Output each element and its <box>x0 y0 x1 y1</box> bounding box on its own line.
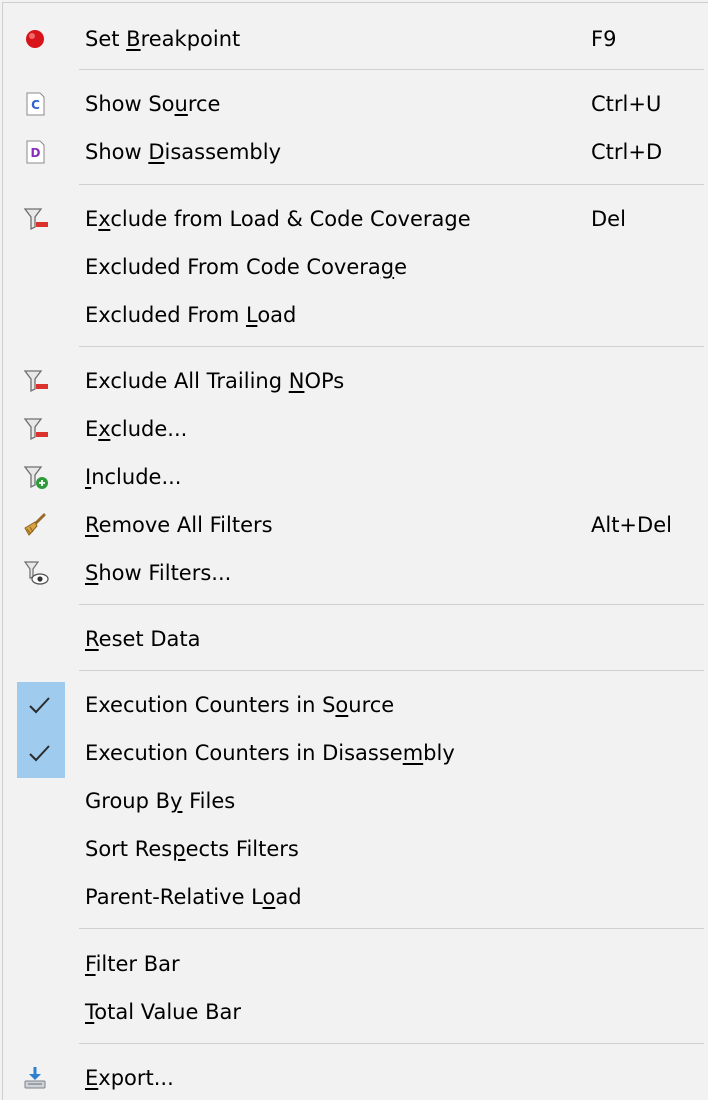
menu-item-label: Remove All Filters <box>85 513 273 537</box>
separator <box>79 670 704 671</box>
filter-include-icon <box>17 465 53 489</box>
menu-item-excluded-load[interactable]: Excluded From Load <box>3 295 707 335</box>
menu-item-show-source[interactable]: C Show Source Ctrl+U <box>3 84 707 124</box>
filter-view-icon <box>17 561 53 585</box>
menu-item-exclude-trailing-nops[interactable]: Exclude All Trailing NOPs <box>3 361 707 401</box>
menu-item-label: Total Value Bar <box>85 1000 241 1024</box>
menu-item-label: Execution Counters in Source <box>85 693 395 717</box>
checkmark-icon <box>25 733 55 773</box>
source-file-icon: C <box>17 92 53 116</box>
menu-item-filter-bar[interactable]: Filter Bar <box>3 944 707 984</box>
menu-item-set-breakpoint[interactable]: Set Breakpoint F9 <box>3 19 707 59</box>
menu-item-reset-data[interactable]: Reset Data <box>3 619 707 659</box>
broom-icon <box>17 513 53 537</box>
menu-item-shortcut: Del <box>591 207 626 231</box>
menu-item-label: Show Disassembly <box>85 140 282 164</box>
menu-item-label: Parent-Relative Load <box>85 885 302 909</box>
svg-text:C: C <box>31 98 40 112</box>
menu-item-label: Filter Bar <box>85 952 180 976</box>
menu-item-total-value-bar[interactable]: Total Value Bar <box>3 992 707 1032</box>
separator <box>79 69 704 70</box>
separator <box>79 184 704 185</box>
breakpoint-icon <box>17 27 53 51</box>
menu-item-exclude-load-coverage[interactable]: Exclude from Load & Code Coverage Del <box>3 199 707 239</box>
menu-item-label: Reset Data <box>85 627 201 651</box>
filter-exclude-icon <box>17 369 53 393</box>
menu-item-shortcut: Ctrl+U <box>591 92 662 116</box>
menu-item-label: Excluded From Load <box>85 303 297 327</box>
svg-text:D: D <box>31 146 41 160</box>
separator <box>79 928 704 929</box>
menu-item-exclude[interactable]: Exclude... <box>3 409 707 449</box>
menu-item-show-disassembly[interactable]: D Show Disassembly Ctrl+D <box>3 132 707 172</box>
menu-item-label: Include... <box>85 465 182 489</box>
menu-item-label: Show Source <box>85 92 221 116</box>
menu-item-label: Excluded From Code Coverage <box>85 255 408 279</box>
menu-item-label: Export... <box>85 1066 174 1090</box>
menu-item-exec-counters-source[interactable]: Execution Counters in Source <box>3 685 707 725</box>
menu-item-show-filters[interactable]: Show Filters... <box>3 553 707 593</box>
menu-item-shortcut: F9 <box>591 27 617 51</box>
filter-exclude-icon <box>17 417 53 441</box>
menu-item-sort-respects-filters[interactable]: Sort Respects Filters <box>3 829 707 869</box>
menu-item-label: Exclude from Load & Code Coverage <box>85 207 471 231</box>
menu-item-label: Sort Respects Filters <box>85 837 299 861</box>
menu-item-label: Set Breakpoint <box>85 27 241 51</box>
menu-item-label: Execution Counters in Disassembly <box>85 741 455 765</box>
menu-item-parent-relative-load[interactable]: Parent-Relative Load <box>3 877 707 917</box>
disassembly-file-icon: D <box>17 140 53 164</box>
separator <box>79 1043 704 1044</box>
menu-item-label: Show Filters... <box>85 561 232 585</box>
menu-item-shortcut: Alt+Del <box>591 513 672 537</box>
menu-item-remove-all-filters[interactable]: Remove All Filters Alt+Del <box>3 505 707 545</box>
export-icon <box>17 1066 53 1090</box>
menu-item-shortcut: Ctrl+D <box>591 140 663 164</box>
checkmark-icon <box>25 685 55 725</box>
separator <box>79 346 704 347</box>
menu-item-exec-counters-disassembly[interactable]: Execution Counters in Disassembly <box>3 733 707 773</box>
menu-item-include[interactable]: Include... <box>3 457 707 497</box>
menu-item-export[interactable]: Export... <box>3 1058 707 1098</box>
separator <box>79 604 704 605</box>
menu-item-group-by-files[interactable]: Group By Files <box>3 781 707 821</box>
context-menu: Set Breakpoint F9 C Show Source Ctrl+U D… <box>2 2 708 1100</box>
menu-item-excluded-code-coverage[interactable]: Excluded From Code Coverage <box>3 247 707 287</box>
menu-item-label: Group By Files <box>85 789 236 813</box>
menu-item-label: Exclude... <box>85 417 188 441</box>
filter-exclude-icon <box>17 207 53 231</box>
menu-item-label: Exclude All Trailing NOPs <box>85 369 345 393</box>
